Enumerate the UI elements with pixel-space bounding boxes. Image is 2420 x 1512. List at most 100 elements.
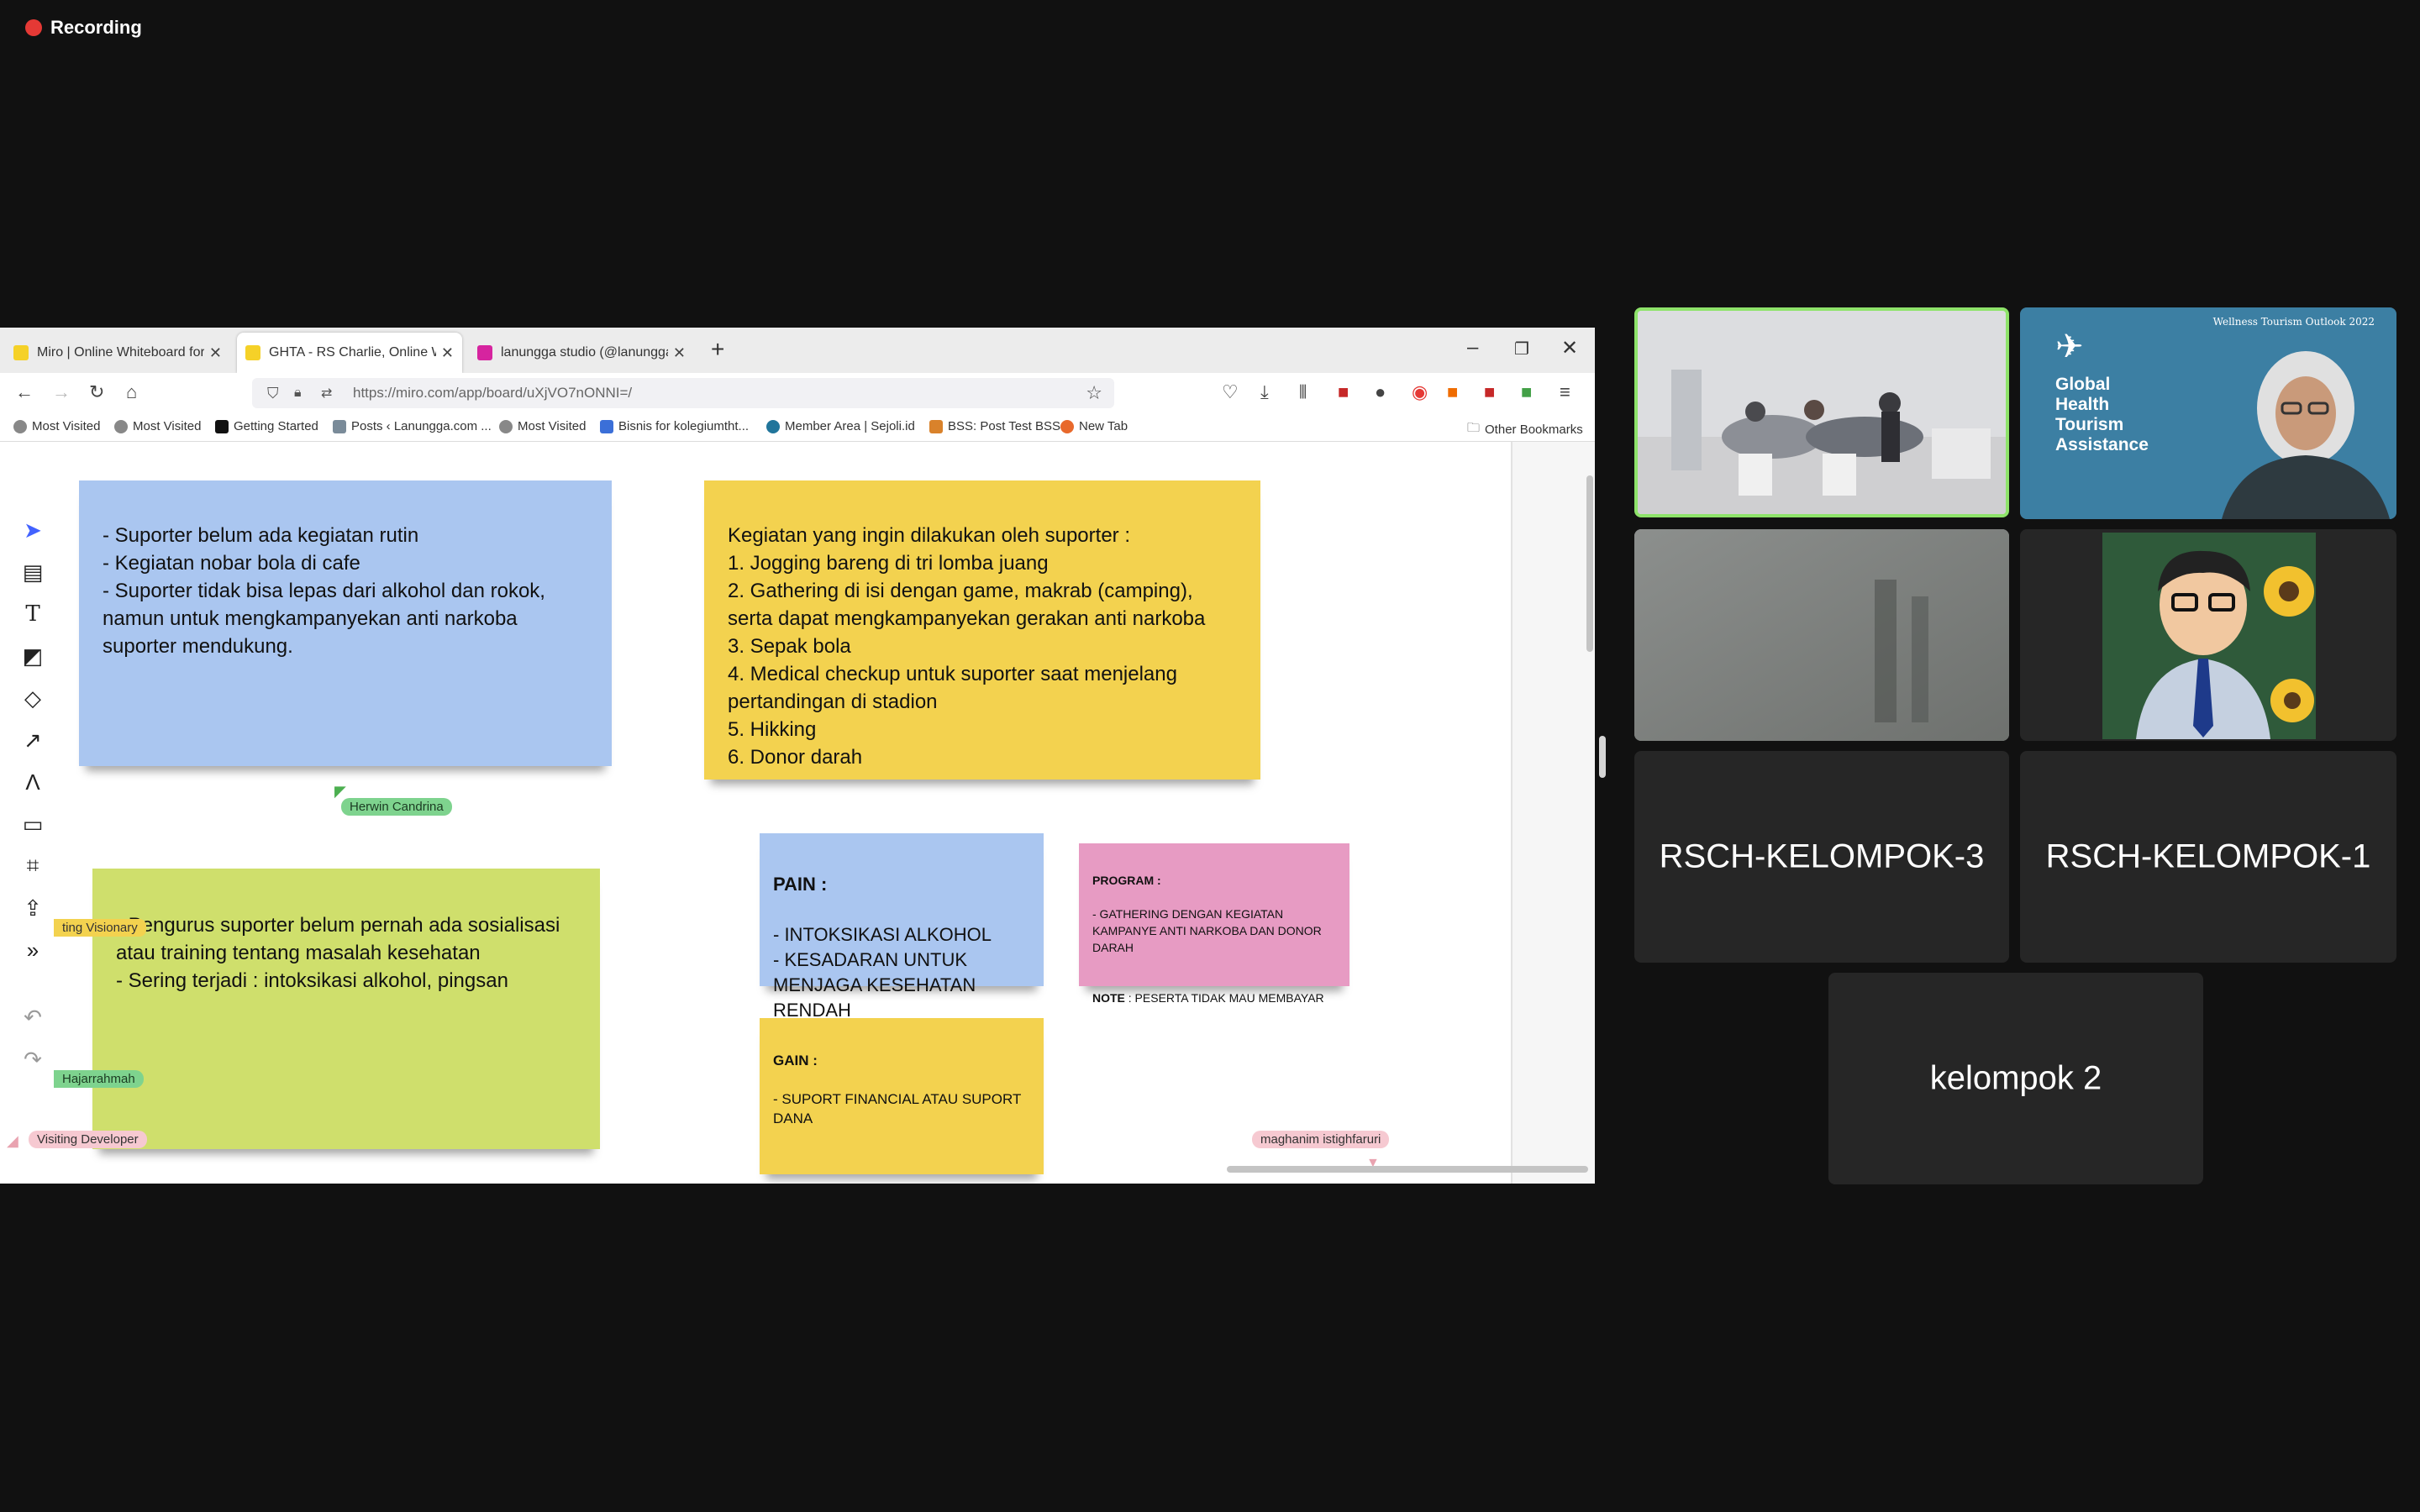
cursor-label-visionary: ting Visionary — [54, 919, 146, 937]
ghta-subtitle: Wellness Tourism Outlook 2022 — [2212, 316, 2375, 328]
presenter-video-image — [2222, 351, 2390, 519]
bookmark-item[interactable]: Most Visited — [13, 419, 100, 433]
text-tool-icon[interactable]: T — [15, 593, 50, 635]
sticky-note-icon[interactable]: ◩ — [15, 635, 50, 677]
horizontal-scrollbar[interactable] — [1227, 1166, 1588, 1173]
tab-label: lanungga studio (@lanunggast — [501, 345, 668, 360]
bookmark-item[interactable]: Member Area | Sejoli.id — [766, 419, 915, 433]
pen-icon[interactable]: Ʌ — [15, 761, 50, 803]
cursor-label-maghanim: maghanim istighfaruri — [1252, 1131, 1390, 1148]
m-icon — [215, 419, 229, 433]
video-tile-presenter[interactable]: Wellness Tourism Outlook 2022 ✈ Global H… — [2020, 307, 2396, 519]
bookmarks-bar: Most Visited Most Visited Getting Starte… — [0, 413, 1595, 442]
tab-instagram[interactable]: lanungga studio (@lanunggast ✕ — [469, 333, 694, 373]
pdf-extension-icon[interactable]: ■ — [1338, 381, 1349, 403]
bookmark-item[interactable]: Most Visited — [499, 419, 586, 433]
tab-miro-dashboard[interactable]: Miro | Online Whiteboard for V ✕ — [5, 333, 230, 373]
shield-icon: ⛉ — [267, 384, 279, 402]
sc-extension-icon[interactable]: ■ — [1447, 381, 1458, 403]
participant-name: kelompok 2 — [1929, 1059, 2102, 1097]
sticky-note-program[interactable]: PROGRAM : - GATHERING DENGAN KEGIATAN KA… — [1079, 843, 1349, 1005]
shapes-icon[interactable]: ◇ — [15, 677, 50, 719]
close-tab-icon[interactable]: ✕ — [204, 344, 222, 362]
sticky-note-green[interactable]: - Pengurus suporter belum pernah ada sos… — [92, 869, 600, 1149]
program-note: NOTE : PESERTA TIDAK MAU MEMBAYAR — [1092, 991, 1324, 1005]
new-tab-button[interactable]: + — [711, 336, 724, 363]
tab-label: Miro | Online Whiteboard for V — [37, 345, 204, 360]
pain-heading: PAIN : — [773, 874, 828, 895]
other-bookmarks[interactable]: 🗀 Other Bookmarks — [1467, 419, 1583, 440]
restore-icon[interactable]: ❐ — [1514, 339, 1529, 360]
sticky-note-yellow[interactable]: Kegiatan yang ingin dilakukan oleh supor… — [704, 480, 1260, 780]
more-tools-icon[interactable]: » — [15, 929, 50, 971]
forward-icon[interactable]: → — [52, 381, 71, 403]
cursor-pointer-icon: ◢ — [7, 1132, 18, 1149]
blurred-video-image — [1634, 529, 2009, 741]
video-tile-avatar[interactable] — [2020, 529, 2396, 741]
video-tile-room[interactable] — [1634, 307, 2009, 517]
gallery-resize-handle[interactable] — [1599, 736, 1606, 778]
video-tile-blurred[interactable] — [1634, 529, 2009, 741]
redo-icon[interactable]: ↷ — [15, 1038, 50, 1080]
tab-bar: Miro | Online Whiteboard for V ✕ GHTA - … — [0, 328, 1595, 373]
cursor-label-herwin: Herwin Candrina — [341, 798, 452, 816]
reload-icon[interactable]: ↻ — [89, 381, 104, 403]
close-window-icon[interactable]: ✕ — [1561, 336, 1578, 360]
frame-icon[interactable]: ⌗ — [15, 845, 50, 887]
sticky-note-gain[interactable]: GAIN : - SUPORT FINANCIAL ATAU SUPORT DA… — [760, 1018, 1044, 1174]
cursor-label-visiting-developer: Visiting Developer — [29, 1131, 147, 1148]
video-tile-kelompok-1[interactable]: RSCH-KELOMPOK-1 — [2020, 751, 2396, 963]
bookmark-star-icon[interactable]: ☆ — [1086, 382, 1102, 404]
site-icon — [929, 419, 943, 433]
green-extension-icon[interactable]: ■ — [1521, 381, 1532, 403]
ms-extension-icon[interactable]: ■ — [1484, 381, 1495, 403]
gear-icon — [13, 419, 27, 433]
gear-icon — [499, 419, 513, 433]
sticky-note-pain[interactable]: PAIN : - INTOKSIKASI ALKOHOL - KESADARAN… — [760, 833, 1044, 1021]
upload-icon[interactable]: ⇪ — [15, 887, 50, 929]
bookmark-item[interactable]: BSS: Post Test BSS — [929, 419, 1060, 433]
home-icon[interactable]: ⌂ — [126, 381, 137, 403]
bookmark-item[interactable]: Getting Started — [215, 419, 318, 433]
ghta-logo-icon: ✈ — [2055, 328, 2084, 365]
minimize-icon[interactable]: – — [1467, 336, 1478, 360]
miro-board-canvas[interactable]: ➤ ▤ T ◩ ◇ ↗ Ʌ ▭ ⌗ ⇪ » ↶ ↷ - Suporter bel… — [0, 442, 1595, 1184]
menu-icon[interactable]: ≡ — [1560, 381, 1570, 403]
close-tab-icon[interactable]: ✕ — [668, 344, 686, 362]
miro-icon — [13, 345, 29, 360]
sticky-note-blue[interactable]: - Suporter belum ada kegiatan rutin - Ke… — [79, 480, 612, 766]
navigation-bar: ← → ↻ ⌂ ⛉ 🔒︎ ⇄ https://miro.com/app/boar… — [0, 373, 1595, 413]
bookmark-item[interactable]: Most Visited — [114, 419, 201, 433]
templates-icon[interactable]: ▤ — [15, 551, 50, 593]
room-video-image — [1638, 311, 2006, 514]
undo-icon[interactable]: ↶ — [15, 996, 50, 1038]
gain-body: - SUPORT FINANCIAL ATAU SUPORT DANA — [773, 1091, 1022, 1126]
comment-icon[interactable]: ▭ — [15, 803, 50, 845]
vertical-scrollbar[interactable] — [1586, 475, 1593, 652]
close-tab-icon[interactable]: ✕ — [436, 344, 454, 362]
bookmark-item[interactable]: Bisnis for kolegiumtht... — [600, 419, 749, 433]
back-icon[interactable]: ← — [15, 381, 34, 403]
bookmark-item[interactable]: Posts ‹ Lanungga.com ... — [333, 419, 492, 433]
download-icon[interactable]: ⤓ — [1260, 381, 1269, 403]
library-icon[interactable]: ⫴ — [1299, 381, 1307, 403]
miro-toolbar: ➤ ▤ T ◩ ◇ ↗ Ʌ ▭ ⌗ ⇪ » ↶ ↷ — [15, 509, 50, 1080]
record-extension-icon[interactable]: ◉ — [1412, 381, 1428, 403]
url-text: https://miro.com/app/board/uXjVO7nONNI=/ — [353, 385, 633, 401]
address-bar[interactable]: ⛉ 🔒︎ ⇄ https://miro.com/app/board/uXjVO7… — [252, 378, 1114, 408]
video-tile-kelompok-3[interactable]: RSCH-KELOMPOK-3 — [1634, 751, 2009, 963]
tab-ghta-board[interactable]: GHTA - RS Charlie, Online Whit ✕ — [237, 333, 462, 373]
y-extension-icon[interactable]: ● — [1375, 381, 1386, 403]
select-cursor-icon[interactable]: ➤ — [15, 509, 50, 551]
participant-name: RSCH-KELOMPOK-3 — [1659, 837, 1985, 875]
connection-line-icon[interactable]: ↗ — [15, 719, 50, 761]
site-icon — [600, 419, 613, 433]
folder-icon: 🗀 — [1467, 421, 1481, 435]
record-dot-icon — [25, 19, 42, 36]
ghta-title: Global Health Tourism Assistance — [2055, 375, 2149, 454]
wordpress-icon — [766, 419, 780, 433]
pocket-icon[interactable]: ♡ — [1222, 381, 1239, 403]
shared-browser-window: Miro | Online Whiteboard for V ✕ GHTA - … — [0, 328, 1595, 1184]
video-tile-kelompok-2[interactable]: kelompok 2 — [1828, 973, 2203, 1184]
bookmark-item[interactable]: New Tab — [1060, 419, 1128, 433]
